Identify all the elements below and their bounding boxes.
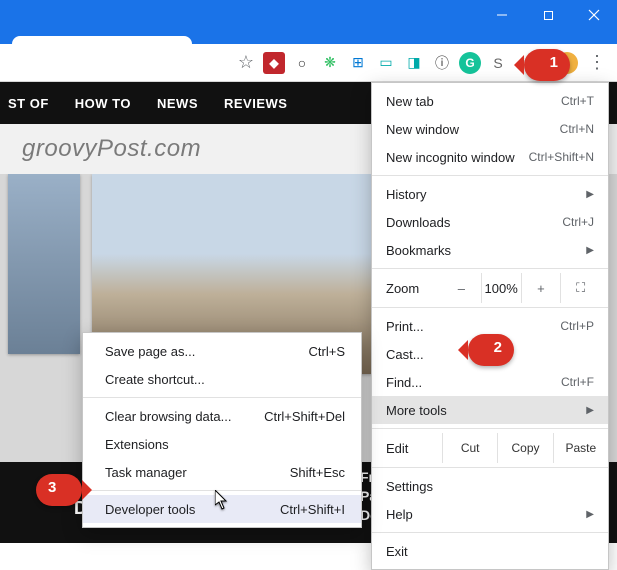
paste-button[interactable]: Paste: [553, 433, 608, 463]
menu-settings[interactable]: Settings: [372, 472, 608, 500]
site-nav-item[interactable]: HOW TO: [75, 96, 131, 111]
chrome-main-menu: New tabCtrl+T New windowCtrl+N New incog…: [371, 82, 609, 570]
menu-edit: Edit Cut Copy Paste: [372, 433, 608, 463]
site-nav-item[interactable]: ST OF: [8, 96, 49, 111]
menu-history[interactable]: History▶: [372, 180, 608, 208]
grammarly-icon[interactable]: G: [459, 52, 481, 74]
site-nav-item[interactable]: NEWS: [157, 96, 198, 111]
callout-3: 3: [36, 474, 82, 506]
menu-find[interactable]: Find...Ctrl+F: [372, 368, 608, 396]
submenu-clear-data[interactable]: Clear browsing data...Ctrl+Shift+Del: [83, 402, 361, 430]
tab-strip: [0, 30, 617, 44]
star-icon[interactable]: ☆: [235, 52, 257, 74]
chevron-right-icon: ▶: [586, 405, 594, 416]
zoom-out-button[interactable]: –: [442, 273, 481, 303]
square-icon[interactable]: ◨: [403, 52, 425, 74]
menu-new-tab[interactable]: New tabCtrl+T: [372, 87, 608, 115]
maximize-button[interactable]: [525, 0, 571, 30]
close-button[interactable]: [571, 0, 617, 30]
callout-2: 2: [468, 334, 514, 366]
zoom-label: Zoom: [386, 281, 442, 296]
menu-exit[interactable]: Exit: [372, 537, 608, 565]
active-tab[interactable]: [12, 36, 192, 44]
menu-incognito[interactable]: New incognito windowCtrl+Shift+N: [372, 143, 608, 171]
s-icon[interactable]: S: [487, 52, 509, 74]
menu-new-window[interactable]: New windowCtrl+N: [372, 115, 608, 143]
kebab-menu-button[interactable]: ⋮: [583, 49, 611, 77]
callout-1: 1: [524, 49, 570, 81]
chevron-right-icon: ▶: [586, 189, 594, 200]
submenu-save-page[interactable]: Save page as...Ctrl+S: [83, 337, 361, 365]
window-titlebar: [0, 0, 617, 30]
menu-downloads[interactable]: DownloadsCtrl+J: [372, 208, 608, 236]
menu-zoom: Zoom – 100% + ⛶: [372, 273, 608, 303]
windows-icon[interactable]: ⊞: [347, 52, 369, 74]
menu-more-tools[interactable]: More tools▶: [372, 396, 608, 424]
zoom-in-button[interactable]: +: [521, 273, 561, 303]
tab-icon[interactable]: ▭: [375, 52, 397, 74]
submenu-extensions[interactable]: Extensions: [83, 430, 361, 458]
minimize-button[interactable]: [479, 0, 525, 30]
site-nav-item[interactable]: REVIEWS: [224, 96, 287, 111]
zoom-value: 100%: [481, 273, 521, 303]
article-thumbnail[interactable]: [8, 174, 80, 354]
fullscreen-button[interactable]: ⛶: [560, 273, 600, 303]
submenu-task-manager[interactable]: Task managerShift+Esc: [83, 458, 361, 486]
evernote-icon[interactable]: ❋: [319, 52, 341, 74]
menu-help[interactable]: Help▶: [372, 500, 608, 528]
omega-icon[interactable]: ○: [291, 52, 313, 74]
submenu-create-shortcut[interactable]: Create shortcut...: [83, 365, 361, 393]
chevron-right-icon: ▶: [586, 245, 594, 256]
cut-button[interactable]: Cut: [442, 433, 497, 463]
site-logo[interactable]: groovyPost.com: [22, 135, 201, 163]
edit-label: Edit: [386, 441, 442, 456]
mouse-cursor-icon: [215, 490, 229, 510]
adobe-icon[interactable]: ◆: [263, 52, 285, 74]
info-icon[interactable]: ⓘ: [431, 52, 453, 74]
chevron-right-icon: ▶: [586, 509, 594, 520]
copy-button[interactable]: Copy: [497, 433, 552, 463]
menu-bookmarks[interactable]: Bookmarks▶: [372, 236, 608, 264]
